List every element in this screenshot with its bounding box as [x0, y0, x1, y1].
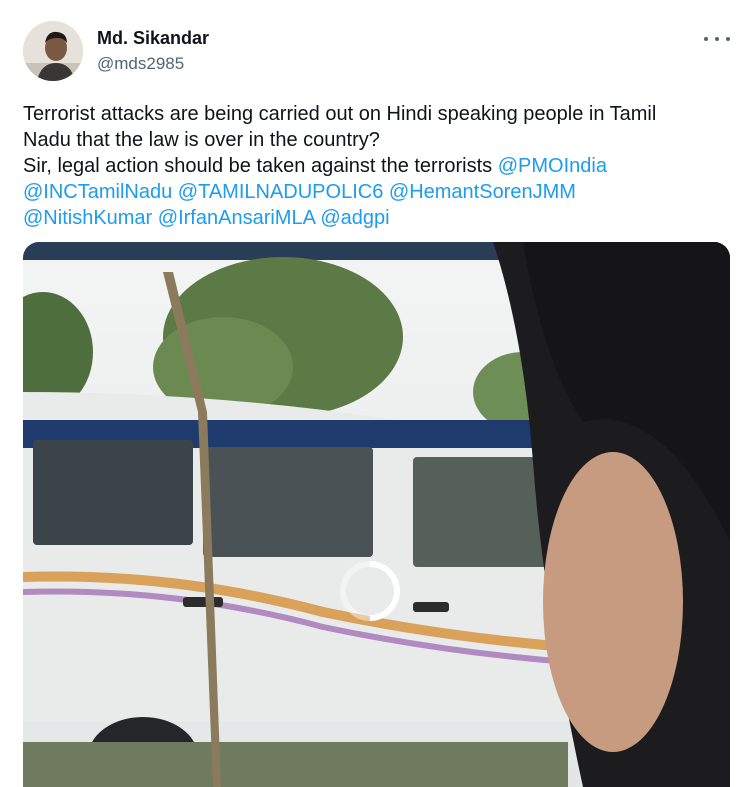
more-icon[interactable] — [704, 30, 730, 48]
mention-link[interactable]: @INCTamilNadu — [23, 181, 172, 203]
tweet-line: @INCTamilNadu @TAMILNADUPOLIC6 @HemantSo… — [23, 179, 728, 205]
avatar-image — [23, 21, 83, 81]
tweet-text-segment: Sir, legal action should be taken agains… — [23, 155, 498, 177]
tweet-line: Nadu that the law is over in the country… — [23, 127, 728, 153]
mention-link[interactable]: @NitishKumar — [23, 207, 152, 229]
more-dot — [704, 37, 708, 41]
tweet-line: @NitishKumar @IrfanAnsariMLA @adgpi — [23, 205, 728, 231]
video-player[interactable] — [23, 242, 730, 787]
video-frame — [23, 242, 730, 787]
mention-link[interactable]: @HemantSorenJMM — [389, 181, 576, 203]
mention-link[interactable]: @TAMILNADUPOLIC6 — [178, 181, 384, 203]
author-name[interactable]: Md. Sikandar — [97, 28, 209, 49]
tweet-text-segment: Terrorist attacks are being carried out … — [23, 103, 657, 125]
tweet-line: Terrorist attacks are being carried out … — [23, 101, 728, 127]
mention-link[interactable]: @adgpi — [320, 207, 389, 229]
avatar[interactable] — [23, 21, 83, 81]
more-dot — [726, 37, 730, 41]
more-dot — [715, 37, 719, 41]
mention-link[interactable]: @IrfanAnsariMLA — [158, 207, 315, 229]
tweet-text: Terrorist attacks are being carried out … — [23, 101, 728, 231]
tweet-text-segment: Nadu that the law is over in the country… — [23, 129, 380, 151]
author-handle[interactable]: @mds2985 — [97, 54, 184, 74]
mention-link[interactable]: @PMOIndia — [498, 155, 607, 177]
tweet-line: Sir, legal action should be taken agains… — [23, 153, 728, 179]
